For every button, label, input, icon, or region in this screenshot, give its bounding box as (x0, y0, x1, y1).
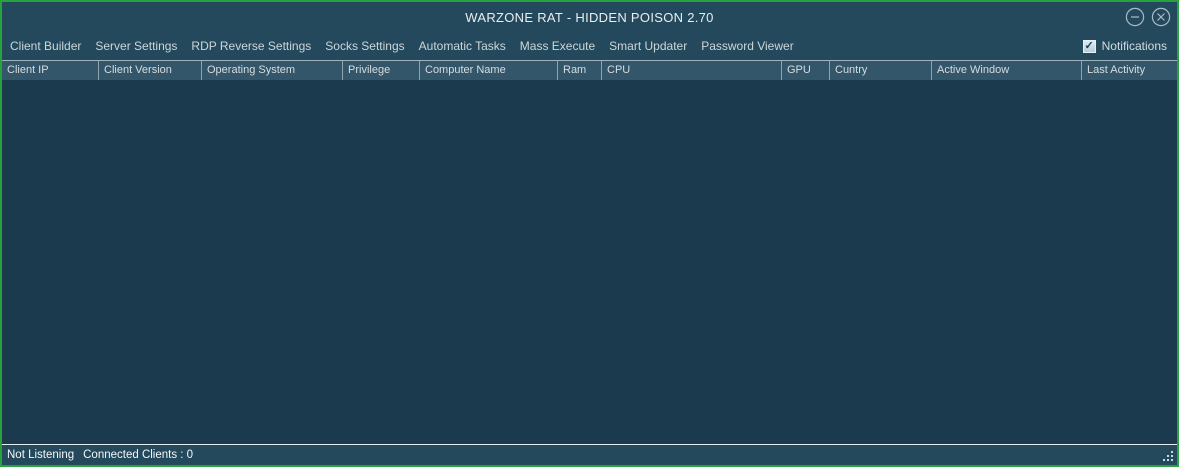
menu-item-client-builder[interactable]: Client Builder (3, 33, 88, 59)
app-window: WARZONE RAT - HIDDEN POISON 2.70 Client … (0, 0, 1179, 467)
column-header-last-activity[interactable]: Last Activity (1082, 61, 1177, 80)
connected-clients-count: Connected Clients : 0 (83, 449, 193, 461)
notifications-toggle[interactable]: ✓ Notifications (1083, 32, 1167, 60)
column-header-cuntry[interactable]: Cuntry (830, 61, 932, 80)
listening-status: Not Listening (7, 449, 74, 461)
status-bar: Not Listening Connected Clients : 0 (2, 445, 1177, 465)
column-header-client-version[interactable]: Client Version (99, 61, 202, 80)
column-header-client-ip[interactable]: Client IP (2, 61, 99, 80)
menu-item-password-viewer[interactable]: Password Viewer (694, 33, 800, 59)
menu-item-server-settings[interactable]: Server Settings (88, 33, 184, 59)
client-table-header: Client IP Client Version Operating Syste… (2, 60, 1177, 80)
column-header-operating-system[interactable]: Operating System (202, 61, 343, 80)
resize-grip[interactable] (1161, 449, 1175, 463)
column-header-cpu[interactable]: CPU (602, 61, 782, 80)
close-icon (1151, 7, 1171, 27)
window-title: WARZONE RAT - HIDDEN POISON 2.70 (465, 10, 713, 25)
menu-item-automatic-tasks[interactable]: Automatic Tasks (412, 33, 513, 59)
minimize-icon (1125, 7, 1145, 27)
column-header-gpu[interactable]: GPU (782, 61, 830, 80)
title-bar[interactable]: WARZONE RAT - HIDDEN POISON 2.70 (2, 2, 1177, 32)
column-header-privilege[interactable]: Privilege (343, 61, 420, 80)
menu-bar: Client Builder Server Settings RDP Rever… (2, 32, 1177, 60)
client-table-body (2, 80, 1177, 444)
column-header-active-window[interactable]: Active Window (932, 61, 1082, 80)
notifications-label: Notifications (1102, 39, 1167, 53)
close-button[interactable] (1150, 6, 1172, 28)
minimize-button[interactable] (1124, 6, 1146, 28)
menu-item-smart-updater[interactable]: Smart Updater (602, 33, 694, 59)
notifications-checkbox[interactable]: ✓ (1083, 40, 1096, 53)
menu-item-rdp-reverse-settings[interactable]: RDP Reverse Settings (184, 33, 318, 59)
checkmark-icon: ✓ (1085, 41, 1094, 52)
menu-item-socks-settings[interactable]: Socks Settings (318, 33, 411, 59)
window-controls (1124, 2, 1172, 32)
menu-item-mass-execute[interactable]: Mass Execute (513, 33, 602, 59)
column-header-ram[interactable]: Ram (558, 61, 602, 80)
column-header-computer-name[interactable]: Computer Name (420, 61, 558, 80)
